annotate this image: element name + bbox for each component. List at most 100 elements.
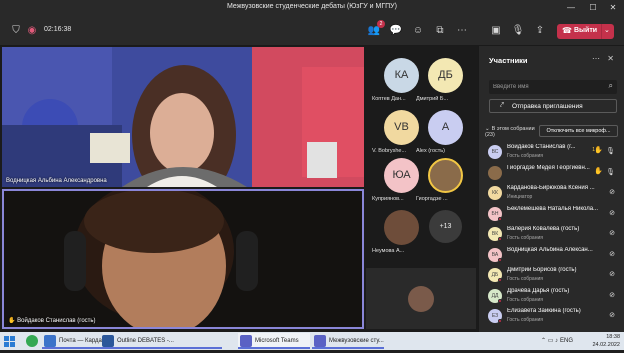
participants-badge: 2	[377, 20, 385, 28]
panel-title: Участники	[489, 56, 528, 65]
participant-role: Гость собрания	[507, 235, 543, 241]
hand-icon: ✋	[8, 318, 16, 324]
chat-icon: 💬	[389, 25, 403, 36]
participant-tile-avatar[interactable]: A	[428, 110, 463, 145]
participant-tile-avatar[interactable]: КА	[384, 58, 419, 93]
teams-window: Межвузовские студенческие дебаты (ЮзГУ и…	[0, 0, 624, 350]
video-tile-active[interactable]: ✋ Войдаков Станислав (гость)	[2, 189, 364, 329]
leave-button[interactable]: ☎ Выйти ⌄	[557, 24, 614, 39]
participant-search: ⌕	[489, 80, 617, 94]
mic-off-icon[interactable]: ⊘	[609, 291, 615, 299]
raised-hand-icon: ✋	[594, 147, 603, 154]
camera-off-button[interactable]: ▣	[488, 23, 504, 39]
mic-off-icon[interactable]: ⊘	[609, 270, 615, 278]
participant-tile-avatar[interactable]: VB	[384, 110, 419, 145]
participant-row[interactable]: КК Карданова-Бирюкова Ксения ... Инициатор…	[479, 182, 624, 204]
chevron-down-icon[interactable]: ⌄	[604, 26, 610, 34]
system-clock[interactable]: 18:38 24.02.2022	[592, 333, 620, 349]
mute-all-button[interactable]: Отключить все микроф...	[539, 125, 618, 137]
avatar	[488, 165, 502, 180]
participant-row[interactable]: Гиоргадзе Медея Георгиевн... ✋ 🎙	[479, 162, 624, 184]
mic-off-icon[interactable]: ⊘	[609, 250, 615, 258]
participant-tile-name: Коптев Дан...	[372, 96, 406, 102]
status-dot-icon	[498, 278, 502, 282]
participant-name: Водницкая Альбина Алексан...	[507, 246, 593, 253]
raised-hand-icon: ✋	[594, 167, 603, 175]
taskbar-app-label: Outline DEBATES -...	[117, 338, 174, 344]
minimize-icon[interactable]: —	[565, 2, 577, 14]
participant-name: Войдаков Станислав (г...	[507, 144, 576, 150]
participant-role: Гость собрания	[507, 153, 543, 159]
participant-tile-name: Неумова А...	[372, 248, 405, 254]
mic-off-icon[interactable]: ⊘	[609, 311, 615, 319]
participant-tile-avatar[interactable]: ЮА	[384, 158, 419, 193]
video-name-label: ✋ Войдаков Станислав (гость)	[8, 318, 96, 324]
maximize-icon[interactable]: ☐	[587, 2, 599, 14]
rooms-icon: ⧉	[436, 25, 444, 36]
chat-button[interactable]: 💬	[388, 23, 404, 39]
search-input[interactable]	[493, 82, 598, 92]
taskbar-app[interactable]: Microsoft Teams	[238, 333, 310, 349]
self-avatar	[408, 286, 434, 312]
video-feed-1	[2, 47, 364, 187]
participants-button[interactable]: 👥 2	[366, 20, 385, 39]
participant-name: Беклемешева Наталья Никола...	[507, 205, 599, 212]
window-title: Межвузовские студенческие дебаты (ЮзГУ и…	[227, 3, 397, 10]
participant-tile-avatar[interactable]	[384, 210, 419, 245]
title-bar: Межвузовские студенческие дебаты (ЮзГУ и…	[0, 0, 624, 16]
participant-tile-name: Дмитрий Б...	[416, 96, 449, 102]
more-actions-button[interactable]: ⋯	[454, 23, 470, 39]
phone-icon: ☎	[562, 26, 572, 35]
leave-label: Выйти	[574, 27, 598, 34]
participant-row[interactable]: ДБ Дмитрий Борисов (гость) Гость собрания ⊘	[479, 264, 624, 286]
mic-icon[interactable]: 🎙	[606, 168, 615, 176]
participant-tile-avatar[interactable]	[428, 158, 463, 193]
meeting-toolbar: ⛉ ◉ 02:16:38 👥 2 💬 ☺ ⧉ ⋯ ▣ 🎙 ⇪ ☎ Выйти ⌄	[0, 16, 624, 46]
participant-name: Дмитрий Борисов (гость)	[507, 267, 577, 273]
participant-role: Гость собрания	[507, 296, 543, 303]
language-indicator[interactable]: ENG	[560, 335, 573, 347]
invite-button[interactable]: ⤤ Отправка приглашения	[489, 99, 617, 113]
tray-icons[interactable]: ⌃ ▭ ♪	[541, 335, 558, 347]
participant-name: Валерия Ковалева (гость)	[507, 226, 580, 232]
mic-off-icon[interactable]: ⊘	[609, 229, 615, 237]
panel-close-icon[interactable]: ✕	[607, 54, 614, 63]
participant-name: Гиоргадзе Медея Георгиевн...	[507, 164, 590, 171]
windows-start-icon[interactable]	[4, 335, 16, 347]
taskbar-app[interactable]: Outline DEBATES -...	[100, 333, 222, 349]
participant-row[interactable]: ВС Войдаков Станислав (г... Гость собрания…	[479, 141, 624, 163]
mic-off-icon[interactable]: ⊘	[609, 209, 615, 217]
chrome-icon[interactable]	[26, 335, 38, 347]
participant-tile-avatar[interactable]: ДБ	[428, 58, 463, 93]
video-tile-speaker[interactable]: Водницкая Альбина Александровна	[2, 47, 364, 187]
camera-off-icon: ▣	[491, 25, 501, 36]
mic-off-button[interactable]: 🎙	[510, 23, 526, 39]
self-view	[366, 268, 476, 329]
participant-name: Драчёва Дарья (гость)	[507, 287, 570, 294]
participant-row[interactable]: ВК Валерия Ковалева (гость) Гость собрания…	[479, 223, 624, 245]
participant-row[interactable]: ДД Драчёва Дарья (гость) Гость собрания ⊘	[479, 285, 624, 307]
close-icon[interactable]: ✕	[607, 2, 619, 14]
app-icon	[44, 335, 56, 347]
participant-tile-name: Alex (гость)	[416, 148, 445, 154]
more-participants-button[interactable]: +13	[429, 210, 462, 243]
avatar: КК	[488, 186, 502, 200]
participant-row[interactable]: БН Беклемешева Наталья Никола... ⊘	[479, 203, 624, 225]
rooms-button[interactable]: ⧉	[432, 23, 448, 39]
participant-tile-name: V. Bobryshe...	[372, 148, 407, 154]
panel-more-icon[interactable]: ⋯	[592, 54, 600, 63]
share-button[interactable]: ⇪	[532, 23, 548, 39]
section-header[interactable]: ⌄ В этом собрании (23)	[485, 126, 535, 138]
reactions-button[interactable]: ☺	[410, 23, 426, 39]
taskbar-app-label: Межвузовские сту...	[329, 338, 384, 344]
participant-row[interactable]: ВА Водницкая Альбина Алексан... ⊘	[479, 244, 624, 266]
mic-icon[interactable]: 🎙	[606, 147, 615, 155]
mic-off-icon[interactable]: ⊘	[609, 188, 615, 196]
meeting-timer: 02:16:38	[44, 26, 72, 33]
status-dot-icon	[498, 319, 502, 323]
reactions-icon: ☺	[412, 25, 424, 36]
participant-row[interactable]: ЕЗ Елизавета Заикина (гость) Гость собрани…	[479, 305, 624, 327]
shield-icon[interactable]: ⛉	[8, 23, 24, 39]
status-dot-icon	[498, 237, 502, 241]
taskbar-app[interactable]: Межвузовские сту...	[312, 333, 384, 349]
